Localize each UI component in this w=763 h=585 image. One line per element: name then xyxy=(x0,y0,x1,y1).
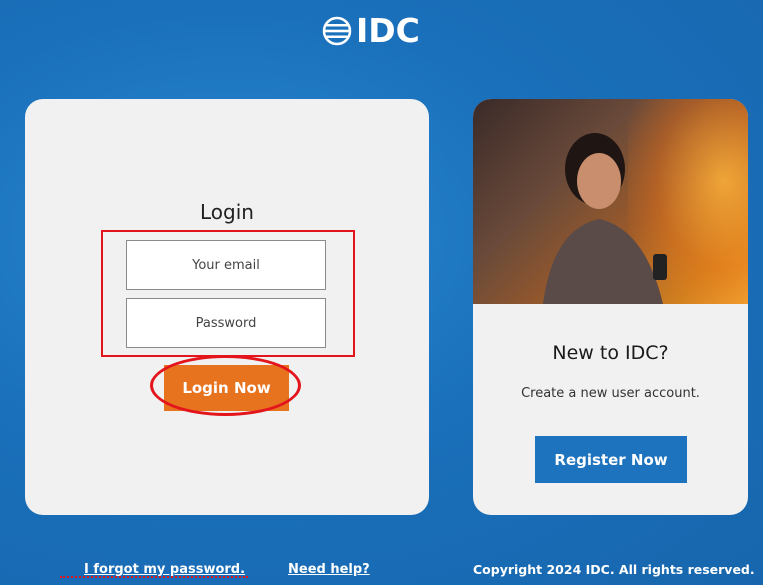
forgot-password-highlight xyxy=(60,576,248,578)
login-title: Login xyxy=(200,200,254,224)
register-card: New to IDC? Create a new user account. R… xyxy=(473,99,748,515)
woman-with-phone-photo xyxy=(473,99,748,304)
need-help-link[interactable]: Need help? xyxy=(288,562,370,577)
idc-globe-icon xyxy=(322,16,352,45)
login-now-button[interactable]: Login Now xyxy=(164,365,289,411)
login-card: Login Login Now xyxy=(25,99,429,515)
idc-logo: IDC xyxy=(322,14,420,47)
new-to-idc-title: New to IDC? xyxy=(552,342,669,364)
copyright-text: Copyright 2024 IDC. All rights reserved. xyxy=(473,562,755,577)
forgot-password-link[interactable]: I forgot my password. xyxy=(84,562,245,577)
register-subtitle: Create a new user account. xyxy=(521,386,700,401)
logo-text: IDC xyxy=(356,11,420,50)
credentials-highlight xyxy=(101,230,355,357)
password-field[interactable] xyxy=(126,298,326,348)
person-silhouette xyxy=(543,133,667,304)
register-now-button[interactable]: Register Now xyxy=(535,436,687,483)
email-field[interactable] xyxy=(126,240,326,290)
